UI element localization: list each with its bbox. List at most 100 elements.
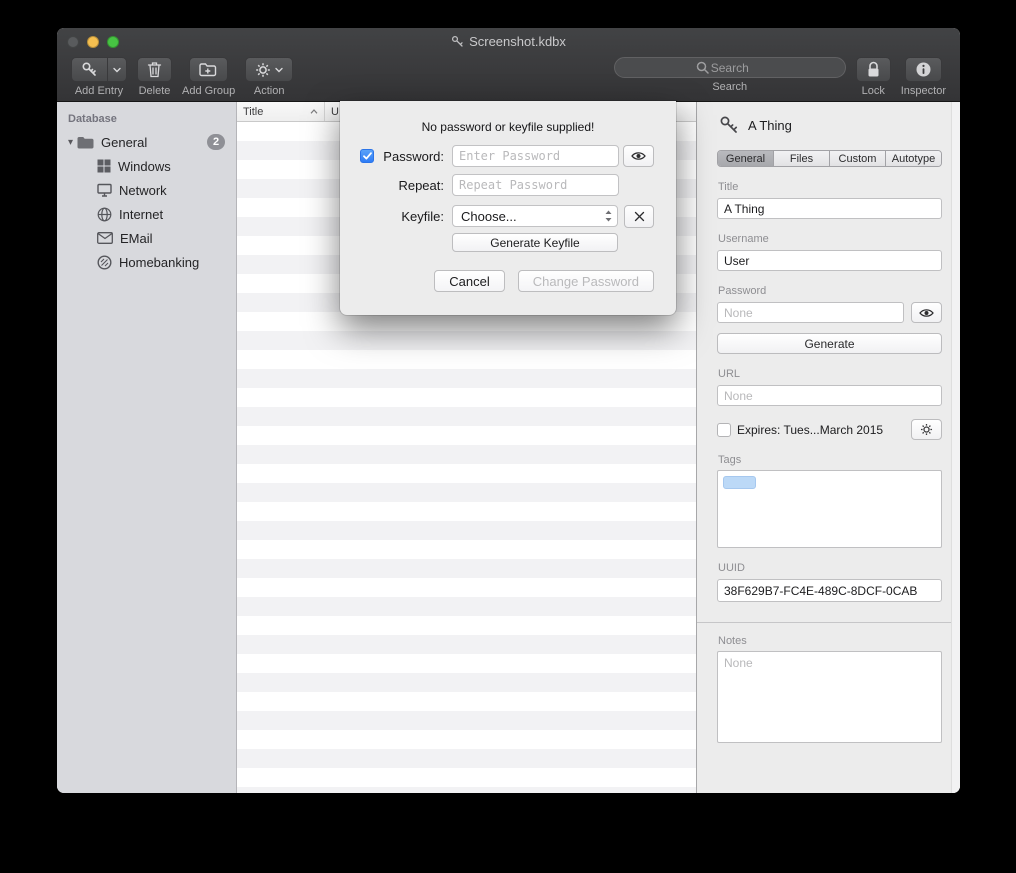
url-field[interactable] bbox=[717, 385, 942, 406]
envelope-icon bbox=[97, 232, 113, 244]
url-label: URL bbox=[718, 368, 942, 381]
tab-files[interactable]: Files bbox=[774, 151, 830, 166]
column-header-title[interactable]: Title bbox=[237, 102, 325, 121]
sidebar-item-label: General bbox=[101, 135, 147, 150]
desktop: Screenshot.kdbx Add Entry bbox=[0, 0, 1016, 873]
delete-group: Delete bbox=[137, 57, 172, 97]
add-group-button[interactable] bbox=[189, 57, 228, 82]
sidebar-item-email[interactable]: EMail bbox=[57, 226, 236, 250]
entry-count-badge: 2 bbox=[207, 134, 225, 150]
key-icon bbox=[81, 61, 98, 78]
action-label: Action bbox=[254, 85, 285, 97]
notes-label: Notes bbox=[718, 635, 942, 648]
keyfile-popup[interactable]: Choose... bbox=[452, 205, 618, 227]
inspector-divider bbox=[697, 622, 960, 623]
title-label: Title bbox=[718, 181, 942, 194]
keyfile-row: Keyfile: Choose... bbox=[360, 204, 654, 228]
sidebar-item-internet[interactable]: Internet bbox=[57, 202, 236, 226]
tag-chip[interactable] bbox=[723, 476, 756, 489]
monitor-icon bbox=[97, 183, 112, 197]
coin-icon bbox=[97, 255, 112, 270]
tags-label: Tags bbox=[718, 454, 942, 467]
inspector-tabs: General Files Custom Autotype bbox=[717, 150, 942, 167]
toolbar: Add Entry Delete Add Group bbox=[57, 55, 960, 102]
password-field-label: Password: bbox=[378, 149, 444, 164]
uuid-label: UUID bbox=[718, 562, 942, 575]
username-label: Username bbox=[718, 233, 942, 246]
add-entry-label: Add Entry bbox=[75, 85, 123, 97]
notes-field[interactable] bbox=[717, 651, 942, 743]
sort-ascending-icon bbox=[310, 109, 318, 114]
password-field[interactable] bbox=[717, 302, 904, 323]
eye-icon bbox=[919, 308, 934, 318]
sidebar: Database ▾ General 2 Windows bbox=[57, 102, 237, 793]
new-password-input[interactable] bbox=[452, 145, 619, 167]
window-chrome: Screenshot.kdbx Add Entry bbox=[57, 28, 960, 102]
sidebar-section-header: Database bbox=[57, 108, 236, 130]
username-field[interactable] bbox=[717, 250, 942, 271]
tab-general[interactable]: General bbox=[718, 151, 774, 166]
search-input[interactable] bbox=[614, 57, 846, 78]
folder-icon bbox=[77, 136, 94, 149]
lock-button[interactable] bbox=[856, 57, 891, 82]
uuid-field[interactable] bbox=[717, 579, 942, 602]
sidebar-item-network[interactable]: Network bbox=[57, 178, 236, 202]
password-row: Password: bbox=[360, 144, 654, 168]
globe-icon bbox=[97, 207, 112, 222]
info-icon bbox=[915, 61, 932, 78]
add-entry-group: Add Entry bbox=[71, 57, 127, 97]
sidebar-item-windows[interactable]: Windows bbox=[57, 154, 236, 178]
gear-icon bbox=[255, 62, 271, 78]
generate-keyfile-row: Generate Keyfile bbox=[452, 233, 618, 252]
tags-box[interactable] bbox=[717, 470, 942, 548]
repeat-field-label: Repeat: bbox=[378, 178, 444, 193]
expires-checkbox[interactable] bbox=[717, 423, 731, 437]
inspector-group: Inspector bbox=[901, 57, 946, 97]
titlebar: Screenshot.kdbx bbox=[57, 28, 960, 55]
keyfile-popup-value: Choose... bbox=[461, 209, 517, 224]
inspector-scrollbar[interactable] bbox=[951, 102, 960, 793]
action-group: Action bbox=[245, 57, 293, 97]
document-key-icon bbox=[451, 35, 464, 48]
repeat-password-input[interactable] bbox=[452, 174, 619, 196]
inspector-button[interactable] bbox=[905, 57, 942, 82]
disclosure-triangle-icon[interactable]: ▾ bbox=[64, 137, 77, 148]
generate-password-button[interactable]: Generate bbox=[717, 333, 942, 354]
windows-icon bbox=[97, 159, 111, 173]
dialog-actions: Cancel Change Password bbox=[434, 270, 654, 292]
check-icon bbox=[363, 152, 372, 160]
tab-custom[interactable]: Custom bbox=[830, 151, 886, 166]
inspector-label: Inspector bbox=[901, 85, 946, 97]
eye-icon bbox=[631, 151, 646, 161]
add-group-group: Add Group bbox=[182, 57, 235, 97]
add-entry-dropdown[interactable] bbox=[107, 57, 127, 82]
add-group-label: Add Group bbox=[182, 85, 235, 97]
sidebar-item-homebanking[interactable]: Homebanking bbox=[57, 250, 236, 274]
password-checkbox[interactable] bbox=[360, 149, 374, 163]
app-window: Screenshot.kdbx Add Entry bbox=[57, 28, 960, 793]
clear-keyfile-button[interactable] bbox=[624, 205, 654, 228]
lock-icon bbox=[866, 61, 881, 78]
cancel-button[interactable]: Cancel bbox=[434, 270, 504, 292]
search-group: Search bbox=[614, 57, 846, 93]
expires-settings-button[interactable] bbox=[911, 419, 942, 440]
change-password-button[interactable]: Change Password bbox=[518, 270, 654, 292]
add-entry-button[interactable] bbox=[71, 57, 108, 82]
reveal-password-button[interactable] bbox=[911, 302, 942, 323]
reveal-password-button[interactable] bbox=[623, 145, 654, 167]
expires-row: Expires: Tues...March 2015 bbox=[717, 419, 942, 440]
generate-keyfile-button[interactable]: Generate Keyfile bbox=[452, 233, 618, 252]
delete-button[interactable] bbox=[137, 57, 172, 82]
window-title: Screenshot.kdbx bbox=[469, 34, 566, 49]
lock-label: Lock bbox=[862, 85, 885, 97]
dialog-message: No password or keyfile supplied! bbox=[340, 120, 676, 134]
tab-autotype[interactable]: Autotype bbox=[886, 151, 941, 166]
action-button[interactable] bbox=[245, 57, 293, 82]
entry-key-icon bbox=[719, 115, 739, 135]
repeat-row: Repeat: bbox=[360, 173, 654, 197]
sidebar-item-label: Network bbox=[119, 183, 167, 198]
inspector-panel: A Thing General Files Custom Autotype Ti… bbox=[696, 102, 960, 793]
sidebar-item-general[interactable]: ▾ General 2 bbox=[57, 130, 236, 154]
change-password-dialog: No password or keyfile supplied! Passwor… bbox=[340, 101, 676, 315]
title-field[interactable] bbox=[717, 198, 942, 219]
